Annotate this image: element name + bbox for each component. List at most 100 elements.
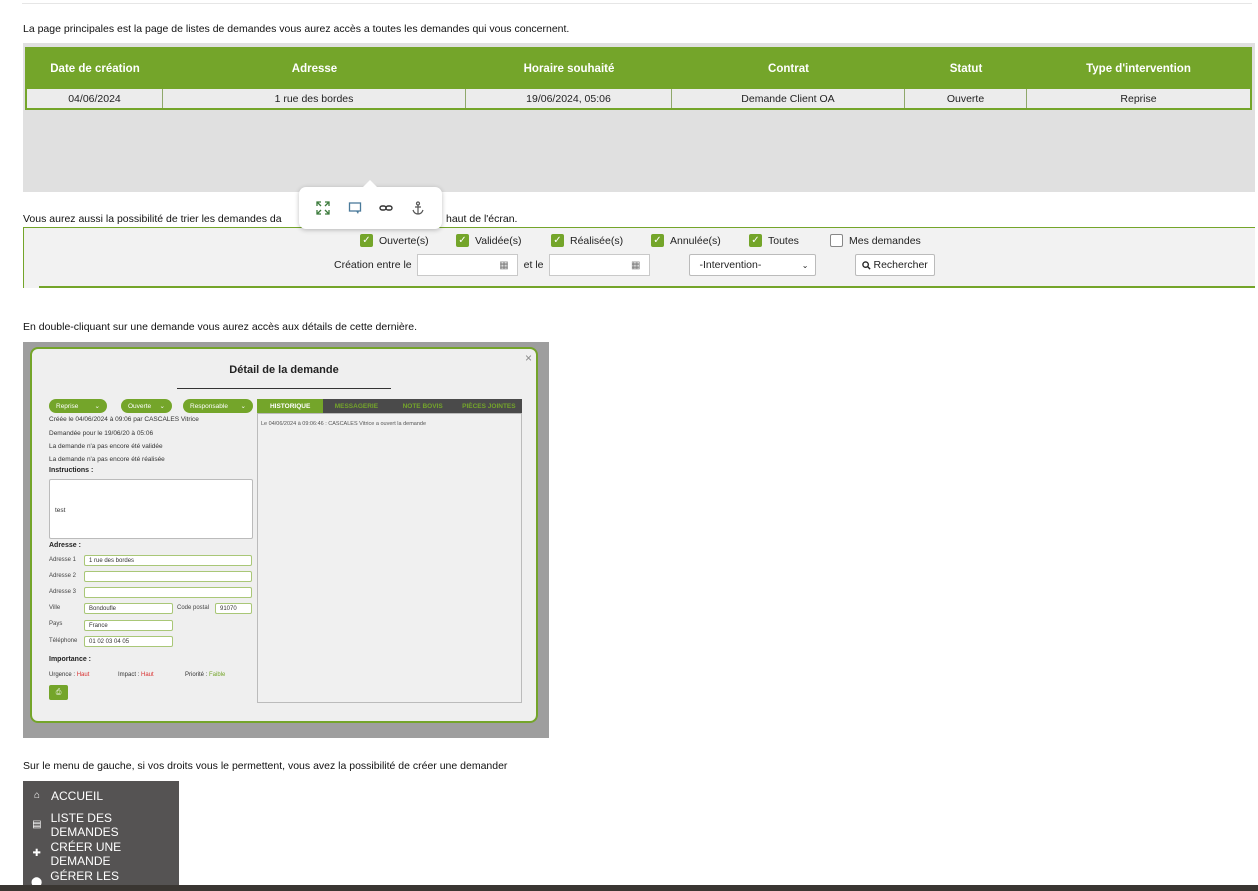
chevron-down-icon: ⌄ [240, 403, 246, 410]
tab-pieces-jointes[interactable]: PIÈCES JOINTES [456, 399, 522, 413]
adresse1-input[interactable]: 1 rue des bordes [84, 555, 252, 566]
date-from-input[interactable]: ▦ [416, 254, 518, 276]
tab-messagerie[interactable]: MESSAGERIE [323, 399, 389, 413]
checkbox-validees[interactable]: ✓ Validée(s) [456, 234, 551, 247]
link-icon[interactable] [375, 197, 397, 219]
adresse3-input[interactable] [84, 587, 252, 598]
priorite-label: Priorité : [185, 672, 208, 678]
history-entry: Le 04/06/2024 à 09:06:46 : CASCALES Vitr… [261, 421, 427, 427]
cp-input[interactable]: 91070 [215, 603, 252, 614]
intervention-select[interactable]: -Intervention- ⌄ [688, 254, 816, 276]
priorite-value: Faible [209, 672, 226, 678]
instructions-label: Instructions : [49, 467, 94, 474]
pays-input[interactable]: France [84, 620, 173, 631]
tab-historique[interactable]: HISTORIQUE [257, 399, 324, 413]
detail-modal: × Détail de la demande Reprise ⌄ Ouverte ⌄… [30, 347, 538, 723]
chevron-down-icon: ⌄ [159, 403, 165, 410]
pill-label: Responsable [190, 402, 228, 410]
menu-item-creer[interactable]: ✚ CRÉER UNE DEMANDE [23, 839, 179, 868]
col-date[interactable]: Date de création [27, 49, 163, 89]
info-not-realized: La demande n'a pas encore été réalisée [49, 456, 165, 463]
list-icon: ▤ [32, 819, 42, 830]
cell-type: Reprise [1027, 89, 1250, 108]
filter-panel-screenshot: ✓ Ouverte(s) ✓ Validée(s) ✓ Réalisée(s) ✓ An… [23, 227, 1255, 288]
tab-note-bovis[interactable]: NOTE BOVIS [390, 399, 456, 413]
title-underline [177, 388, 391, 389]
table-row[interactable]: 04/06/2024 1 rue des bordes 19/06/2024, … [27, 89, 1250, 108]
pill-label: Reprise [56, 402, 79, 410]
type-pill[interactable]: Reprise ⌄ [49, 399, 107, 413]
and-label: et le [523, 259, 544, 271]
status-pill[interactable]: Ouverte ⌄ [121, 399, 172, 413]
chevron-down-icon: ⌄ [801, 260, 809, 270]
pays-label: Pays [49, 621, 63, 627]
ville-label: Ville [49, 605, 61, 611]
checkbox-ouvertes[interactable]: ✓ Ouverte(s) [360, 234, 456, 247]
priorite: Priorité : Faible [185, 672, 225, 678]
adresse1-label: Adresse 1 [49, 557, 77, 563]
filter-text-right: haut de l'écran. [446, 213, 518, 225]
pill-label: Ouverte [128, 402, 152, 410]
urgence-value: Haut [76, 672, 90, 678]
intro-text: La page principales est la page de liste… [23, 23, 570, 35]
col-contrat[interactable]: Contrat [672, 49, 905, 89]
info-created: Créée le 04/06/2024 à 09:06 par CASCALES… [49, 416, 199, 423]
checkbox-label: Mes demandes [849, 234, 921, 247]
calendar-icon[interactable]: ▦ [499, 260, 508, 271]
comment-icon[interactable] [344, 197, 366, 219]
creation-label: Création entre le [334, 259, 412, 271]
top-divider [22, 3, 1252, 4]
detail-modal-screenshot: × Détail de la demande Reprise ⌄ Ouverte ⌄… [23, 342, 549, 738]
col-horaire[interactable]: Horaire souhaité [466, 49, 672, 89]
expand-icon[interactable] [312, 197, 334, 219]
date-to-input[interactable]: ▦ [548, 254, 650, 276]
close-icon[interactable]: × [525, 351, 532, 365]
modal-title: Détail de la demande [229, 364, 339, 376]
checkbox-annulees[interactable]: ✓ Annulée(s) [651, 234, 749, 247]
history-panel: Le 04/06/2024 à 09:06:46 : CASCALES Vitr… [257, 413, 522, 703]
adresse2-input[interactable] [84, 571, 252, 582]
checkbox-realisees[interactable]: ✓ Réalisée(s) [551, 234, 651, 247]
table-header: Date de création Adresse Horaire souhait… [27, 49, 1250, 89]
print-button[interactable]: ⎙ [49, 685, 68, 700]
col-adresse[interactable]: Adresse [163, 49, 466, 89]
col-type[interactable]: Type d'intervention [1027, 49, 1250, 89]
filter-text-left: Vous aurez aussi la possibilité de trier… [23, 213, 282, 225]
checkbox-label: Réalisée(s) [570, 234, 624, 247]
anchor-icon[interactable] [407, 197, 429, 219]
col-statut[interactable]: Statut [905, 49, 1027, 89]
importance-label: Importance : [49, 656, 92, 663]
check-icon: ✓ [651, 234, 664, 247]
plus-icon: ✚ [32, 848, 41, 859]
checkbox-label: Annulée(s) [670, 234, 721, 247]
menu-item-liste[interactable]: ▤ LISTE DES DEMANDES [23, 810, 179, 839]
detail-text: En double-cliquant sur une demande vous … [23, 321, 417, 333]
search-button-label: Rechercher [873, 259, 928, 271]
menu-item-accueil[interactable]: ⌂ ACCUEIL [23, 781, 179, 810]
search-button[interactable]: Rechercher [854, 254, 935, 276]
responsable-pill[interactable]: Responsable ⌄ [183, 399, 253, 413]
checkbox-mes-demandes[interactable]: Mes demandes [830, 234, 930, 247]
instructions-value: test [55, 507, 66, 514]
demandes-table: Date de création Adresse Horaire souhait… [25, 47, 1252, 110]
adresse3-label: Adresse 3 [49, 589, 77, 595]
checkbox-label: Ouverte(s) [379, 234, 429, 247]
impact-value: Haut [141, 672, 154, 678]
ville-input[interactable]: Bondoufle [84, 603, 173, 614]
info-not-validated: La demande n'a pas encore été validée [49, 443, 163, 450]
instructions-textarea[interactable]: test [49, 479, 253, 539]
check-icon: ✓ [456, 234, 469, 247]
adresse2-label: Adresse 2 [49, 573, 77, 579]
calendar-icon[interactable]: ▦ [631, 260, 640, 271]
urgence-label: Urgence : [49, 672, 76, 678]
tel-input[interactable]: 01 02 03 04 05 [84, 636, 173, 647]
menu-text: Sur le menu de gauche, si vos droits vou… [23, 760, 508, 772]
home-icon: ⌂ [33, 790, 41, 801]
image-toolbar-popover [299, 180, 442, 229]
check-icon: ✓ [360, 234, 373, 247]
cell-date: 04/06/2024 [27, 89, 163, 108]
impact: Impact : Haut [118, 672, 154, 678]
checkbox-toutes[interactable]: ✓ Toutes [749, 234, 830, 247]
menu-label: CRÉER UNE DEMANDE [50, 839, 122, 868]
menu-label: ACCUEIL [51, 788, 104, 803]
